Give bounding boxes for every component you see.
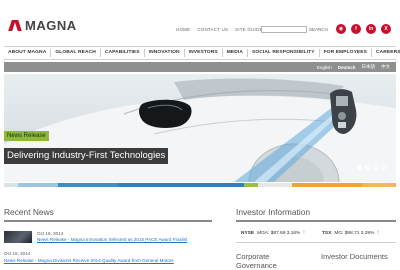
hero-pager-dot-2[interactable] [365,165,370,170]
investor-subdivider [236,242,396,243]
ticker-nyse-symbol: MGA: [257,230,270,236]
hero-pager-dot-4[interactable] [381,165,386,170]
hero-badge: News Release [4,131,49,141]
ticker-nyse-change: 3.16% [286,230,301,236]
nav-for-employees[interactable]: FOR EMPLOYEES [320,49,373,57]
magna-logo-mark-icon [8,20,23,31]
magna-logo[interactable]: MAGNA [8,18,77,33]
ticker-tsx-change: 3.29% [360,230,375,236]
nav-social-responsibility[interactable]: SOCIAL RESPONSIBILITY [248,49,320,57]
recent-news-divider [4,220,212,222]
ticker-nyse-exchange: NYSE [241,230,255,236]
search-button[interactable]: SEARCH [309,27,328,32]
investor-info-title: Investor Information [236,207,311,217]
news-date-1: Oct 16, 2014 [37,231,64,236]
hero-image [4,78,396,182]
logo-text: MAGNA [25,18,77,33]
xing-icon[interactable]: X [381,24,391,34]
corporate-governance-link[interactable]: Corporate Governance [236,252,306,270]
color-strip [4,183,396,187]
news-link-1[interactable]: News Release - Magna Innovation Selected… [37,237,187,242]
lang-deutsch[interactable]: Deutsch [338,65,356,70]
nav-global-reach[interactable]: GLOBAL REACH [51,49,101,57]
nav-about-magna[interactable]: ABOUT MAGNA [4,49,52,57]
ticker-tsx-symbol: MG: [334,230,344,236]
social-links: ◉ f in X [336,24,396,34]
main-nav: ABOUT MAGNA GLOBAL REACH CAPABILITIES IN… [4,46,400,60]
investor-documents-link[interactable]: Investor Documents [321,252,391,261]
header: MAGNA HOME CONTACT US SITE GUIDE SEARCH … [0,0,400,44]
language-bar: English Deutsch 日本語 中文 [4,62,396,72]
up-arrow-icon: ↑ [376,230,380,236]
news-thumbnail[interactable] [4,231,32,243]
hero-banner[interactable] [4,74,396,182]
news-link-2[interactable]: News Release - Magna Divisions Receive 2… [4,258,174,263]
site-guide-link[interactable]: SITE GUIDE [235,27,263,32]
utility-nav: HOME CONTACT US SITE GUIDE [176,27,270,32]
hero-pager [357,165,389,170]
nav-innovation[interactable]: INNOVATION [145,49,185,57]
lang-english[interactable]: English [317,65,332,70]
ticker-tsx-price: $98.71 [344,230,360,236]
search-input[interactable] [261,26,307,33]
nav-careers[interactable]: CAREERS [372,49,400,57]
ticker-tsx[interactable]: TSX MG: $98.71 3.29% ↑ [322,230,379,236]
contact-us-link[interactable]: CONTACT US [197,27,228,32]
ticker-tsx-exchange: TSX [322,230,332,236]
recent-news-title: Recent News [4,207,54,217]
up-arrow-icon: ↑ [302,230,306,236]
lang-chinese[interactable]: 中文 [381,64,390,70]
home-link[interactable]: HOME [176,27,190,32]
ticker-nyse-price: $87.69 [270,230,286,236]
linkedin-icon[interactable]: in [366,24,376,34]
hero-pager-dot-1[interactable] [357,165,362,170]
hero-pager-dot-3[interactable] [373,165,378,170]
nav-capabilities[interactable]: CAPABILITIES [101,49,145,57]
rss-icon[interactable]: ◉ [336,24,346,34]
facebook-icon[interactable]: f [351,24,361,34]
hero-headline[interactable]: Delivering Industry-First Technologies [4,148,169,164]
investor-info-divider [236,220,396,222]
nav-investors[interactable]: INVESTORS [185,49,223,57]
news-date-2: Oct 15, 2014 [4,251,31,256]
nav-media[interactable]: MEDIA [223,49,248,57]
ticker-nyse[interactable]: NYSE MGA: $87.69 3.16% ↑ [241,230,305,236]
lang-japanese[interactable]: 日本語 [362,64,376,70]
